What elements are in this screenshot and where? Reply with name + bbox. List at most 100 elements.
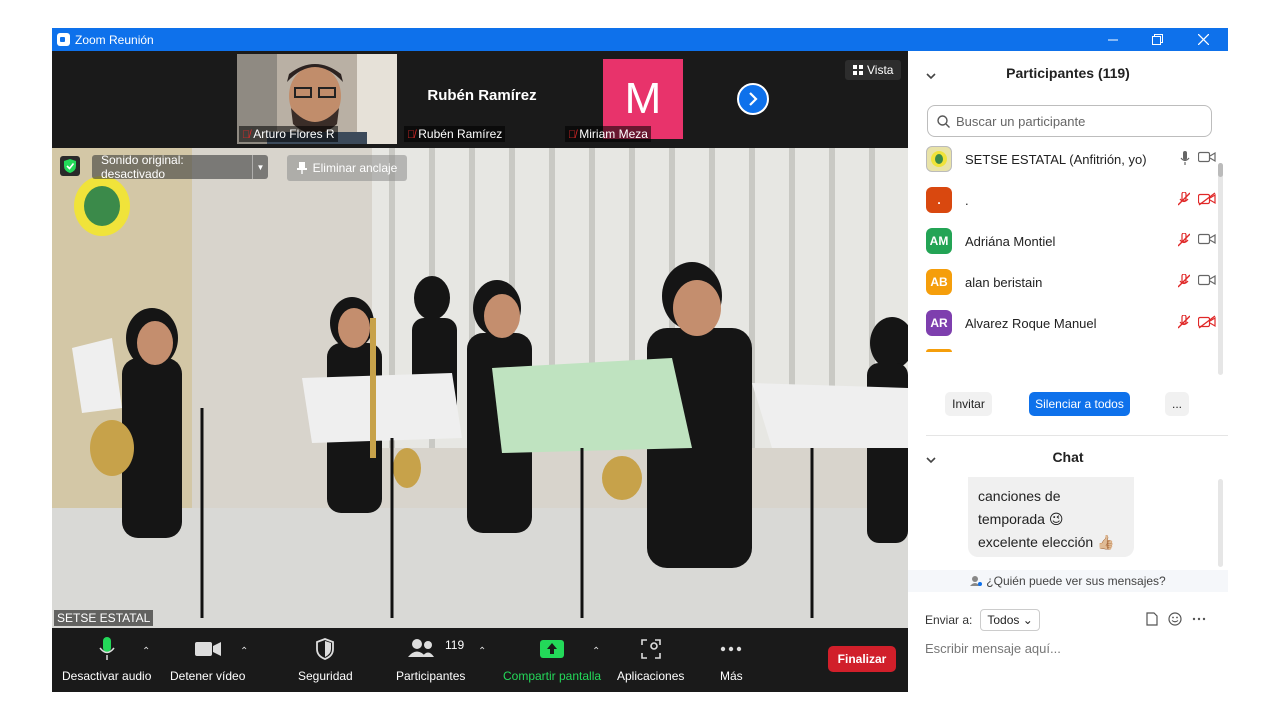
video-camera-icon — [194, 636, 221, 662]
end-meeting-button[interactable]: Finalizar — [828, 646, 896, 672]
avatar: AM — [926, 228, 952, 254]
video-tile-ruben[interactable]: Rubén Ramírez 🎙̸ Rubén Ramírez — [402, 54, 562, 144]
avatar — [926, 146, 952, 172]
who-can-see-link[interactable]: ¿Quién puede ver sus mensajes? — [908, 570, 1228, 592]
share-screen-label: Compartir pantalla — [503, 669, 602, 683]
security-shield-icon — [60, 156, 80, 176]
divider — [926, 435, 1228, 436]
pin-icon — [296, 162, 307, 174]
more-button[interactable]: Más — [720, 636, 743, 683]
search-icon — [937, 114, 950, 128]
side-panel: Participantes (119) SETSE ESTATAL (Anfit… — [908, 51, 1228, 692]
next-page-button[interactable] — [737, 83, 769, 115]
participant-name: Adriána Montiel — [965, 233, 1056, 249]
share-screen-icon — [540, 636, 565, 662]
participant-strip: 🎙̸ Arturo Flores R Rubén Ramírez 🎙̸ Rubén … — [52, 51, 908, 147]
share-options-caret[interactable]: ⌃ — [592, 646, 600, 657]
original-sound-label: Sonido original: desactivado — [101, 153, 184, 181]
restore-button[interactable] — [1134, 28, 1180, 51]
mute-all-button[interactable]: Silenciar a todos — [1029, 392, 1130, 416]
video-off-icon — [1198, 192, 1216, 206]
recipient-dropdown[interactable]: Todos ⌄ — [980, 609, 1040, 631]
emoji-icon[interactable] — [1168, 612, 1182, 626]
audio-options-caret[interactable]: ⌃ — [142, 646, 150, 657]
close-button[interactable] — [1180, 28, 1226, 51]
chevron-down-icon[interactable]: ▼ — [252, 155, 268, 179]
participants-count-badge: 119 — [445, 638, 465, 652]
original-sound-button[interactable]: Sonido original: desactivado ▼ — [92, 153, 268, 181]
chat-message-line: canciones de — [978, 488, 1061, 504]
microphone-muted-icon — [1178, 192, 1190, 206]
participant-row[interactable]: SETSE ESTATAL (Anfitrión, yo) — [926, 144, 1216, 174]
stop-video-label: Detener vídeo — [170, 669, 246, 683]
participant-row[interactable]: . . — [926, 185, 1216, 215]
collapse-chevron-icon[interactable] — [926, 67, 936, 83]
window-title: Zoom Reunión — [75, 33, 154, 47]
shield-icon — [316, 636, 335, 662]
participant-row[interactable]: AB alan beristain — [926, 267, 1216, 297]
mute-button[interactable]: Desactivar audio — [62, 636, 151, 683]
next-avatar-peek — [926, 349, 952, 352]
participant-search[interactable] — [927, 105, 1212, 137]
video-options-caret[interactable]: ⌃ — [240, 646, 248, 657]
chat-area: canciones de temporada 😉 excelente elecc… — [908, 451, 1228, 691]
who-can-see-label: ¿Quién puede ver sus mensajes? — [986, 574, 1166, 588]
video-tile-miriam[interactable]: M 🎙̸ Miriam Meza — [563, 54, 723, 144]
zoom-window: Zoom Reunión 🎙̸ Arturo Flores R Rubén Ra… — [52, 28, 1228, 692]
tile-name-label: 🎙̸ Arturo Flores R — [239, 126, 338, 142]
security-button[interactable]: Seguridad — [298, 636, 353, 683]
send-to-label: Enviar a: — [925, 613, 973, 627]
microphone-muted-icon — [1178, 233, 1190, 247]
recipient-value: Todos — [987, 613, 1020, 627]
chat-message-bubble: canciones de temporada 😉 excelente elecc… — [968, 477, 1134, 557]
zoom-logo-icon — [57, 33, 70, 46]
participant-name: Alvarez Roque Manuel — [965, 315, 1097, 331]
participants-options-caret[interactable]: ⌃ — [478, 646, 486, 657]
meeting-area: 🎙̸ Arturo Flores R Rubén Ramírez 🎙̸ Rubén … — [52, 51, 908, 692]
participants-panel-header: Participantes (119) — [908, 53, 1228, 93]
chat-message-input[interactable] — [925, 637, 1211, 659]
participants-scrollbar[interactable] — [1218, 163, 1223, 375]
participant-name: SETSE ESTATAL (Anfitrión, yo) — [965, 151, 1147, 167]
chat-scrollbar[interactable] — [1218, 479, 1223, 567]
video-tile-arturo[interactable]: 🎙̸ Arturo Flores R — [237, 54, 397, 144]
union-logo-icon — [931, 151, 947, 167]
grid-view-icon — [853, 65, 863, 75]
close-icon — [1197, 34, 1209, 45]
tile-name-label: 🎙̸ Rubén Ramírez — [404, 126, 506, 142]
restore-icon — [1151, 34, 1163, 45]
file-icon[interactable] — [1146, 612, 1158, 626]
send-to-row: Enviar a: Todos ⌄ — [925, 609, 1040, 631]
meeting-toolbar: Desactivar audio ⌃ Detener vídeo ⌃ Segur… — [52, 628, 908, 692]
view-button[interactable]: Vista — [845, 60, 902, 80]
minimize-icon — [1108, 39, 1118, 40]
apps-label: Aplicaciones — [617, 669, 685, 683]
microphone-icon — [1180, 151, 1190, 165]
participant-row[interactable]: AR Alvarez Roque Manuel — [926, 308, 1216, 338]
apps-icon — [640, 636, 661, 662]
microphone-muted-icon — [1178, 315, 1190, 329]
share-screen-button[interactable]: Compartir pantalla — [503, 636, 601, 683]
participant-row[interactable]: AM Adriána Montiel — [926, 226, 1216, 256]
more-dots-icon[interactable] — [1192, 612, 1206, 626]
tile-display-name: Rubén Ramírez — [427, 87, 537, 104]
mic-muted-icon: 🎙̸ — [242, 129, 251, 141]
invite-button[interactable]: Invitar — [945, 392, 992, 416]
search-input[interactable] — [956, 113, 1196, 129]
stop-video-button[interactable]: Detener vídeo — [170, 636, 245, 683]
minimize-button[interactable] — [1090, 28, 1136, 51]
video-off-icon — [1198, 315, 1216, 329]
participants-title: Participantes (119) — [1006, 65, 1130, 81]
mute-label: Desactivar audio — [62, 669, 152, 683]
participant-name: alan beristain — [965, 274, 1043, 290]
more-options-button[interactable]: ... — [1165, 392, 1189, 416]
unpin-button[interactable]: Eliminar anclaje — [287, 155, 407, 181]
more-label: Más — [720, 669, 743, 683]
microphone-icon — [99, 636, 115, 662]
video-camera-icon — [1198, 151, 1216, 163]
chat-message-line: temporada 😉 — [978, 511, 1064, 527]
active-speaker-name: SETSE ESTATAL — [54, 610, 154, 626]
view-label: Vista — [867, 63, 894, 77]
apps-button[interactable]: Aplicaciones — [617, 636, 684, 683]
more-dots-icon — [720, 636, 742, 662]
